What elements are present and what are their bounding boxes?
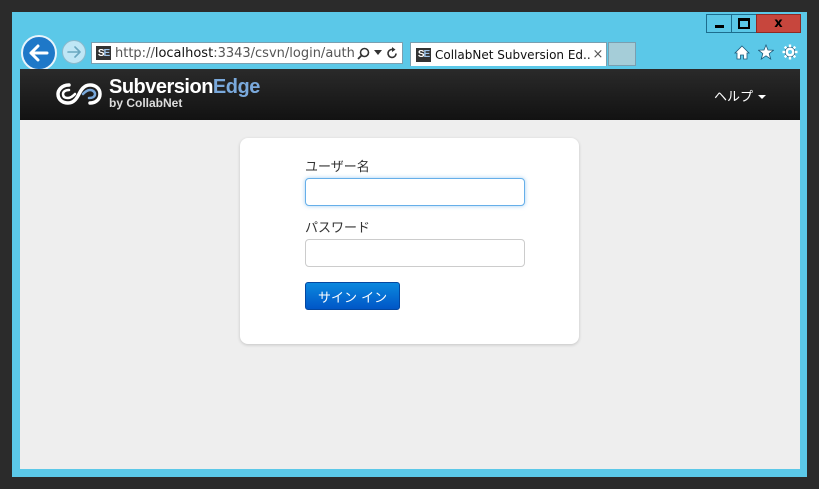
url-host: localhost: [154, 45, 214, 61]
forward-arrow-icon: [67, 46, 81, 58]
chevron-down-icon: [758, 94, 766, 99]
login-card: ユーザー名 パスワード サイン イン: [240, 138, 579, 344]
settings-gear-icon[interactable]: [781, 43, 799, 61]
password-input[interactable]: [305, 239, 525, 267]
url-prefix: http://: [115, 45, 155, 61]
tab-favicon-icon: SE: [416, 47, 431, 62]
sign-in-button[interactable]: サイン イン: [305, 282, 401, 310]
help-menu-label: ヘルプ: [713, 90, 753, 105]
browser-tools: [733, 43, 799, 61]
minimize-button[interactable]: [706, 14, 732, 33]
forward-button[interactable]: [62, 40, 86, 64]
password-label: パスワード: [305, 221, 371, 236]
dropdown-arrow-icon[interactable]: [374, 50, 382, 56]
site-favicon-icon: SE: [96, 46, 111, 60]
logo-edge-text: Edge: [212, 76, 260, 98]
back-arrow-icon: [29, 44, 49, 62]
tab-close-icon[interactable]: ×: [590, 47, 606, 62]
subversion-edge-logo[interactable]: SubversionEdge by CollabNet: [55, 77, 260, 110]
username-label: ユーザー名: [305, 160, 370, 175]
login-form: ユーザー名 パスワード サイン イン: [305, 156, 525, 310]
logo-sub-text: by CollabNet: [109, 96, 183, 110]
logo-main-text: Subversion: [109, 76, 213, 98]
home-icon[interactable]: [733, 43, 751, 61]
window-controls: x: [706, 14, 801, 33]
close-icon: x: [774, 16, 783, 31]
tab-title: CollabNet Subversion Ed...: [435, 47, 590, 62]
new-tab-button[interactable]: [608, 42, 636, 66]
username-input[interactable]: [305, 178, 525, 206]
maximize-button[interactable]: [731, 14, 757, 33]
browser-window: x SE http://localhost:3343/csvn/login/au…: [12, 12, 807, 477]
refresh-icon[interactable]: [386, 46, 398, 60]
page-viewport: SubversionEdge by CollabNet ヘルプ ユーザー名 パス…: [20, 69, 800, 469]
back-button[interactable]: [21, 35, 57, 71]
collabnet-logo-icon: [56, 82, 102, 105]
tab-collabnet[interactable]: SE CollabNet Subversion Ed... ×: [410, 42, 607, 66]
favorites-star-icon[interactable]: [757, 43, 775, 61]
help-menu[interactable]: ヘルプ: [714, 86, 766, 105]
url-path: :3343/csvn/login/auth: [213, 45, 355, 61]
minimize-icon: [714, 25, 724, 28]
address-actions: [357, 46, 402, 60]
app-navbar: SubversionEdge by CollabNet ヘルプ: [20, 69, 800, 120]
address-bar[interactable]: SE http://localhost:3343/csvn/login/auth: [91, 42, 403, 64]
maximize-icon: [738, 18, 750, 29]
close-window-button[interactable]: x: [756, 14, 801, 33]
search-icon[interactable]: [357, 47, 370, 60]
